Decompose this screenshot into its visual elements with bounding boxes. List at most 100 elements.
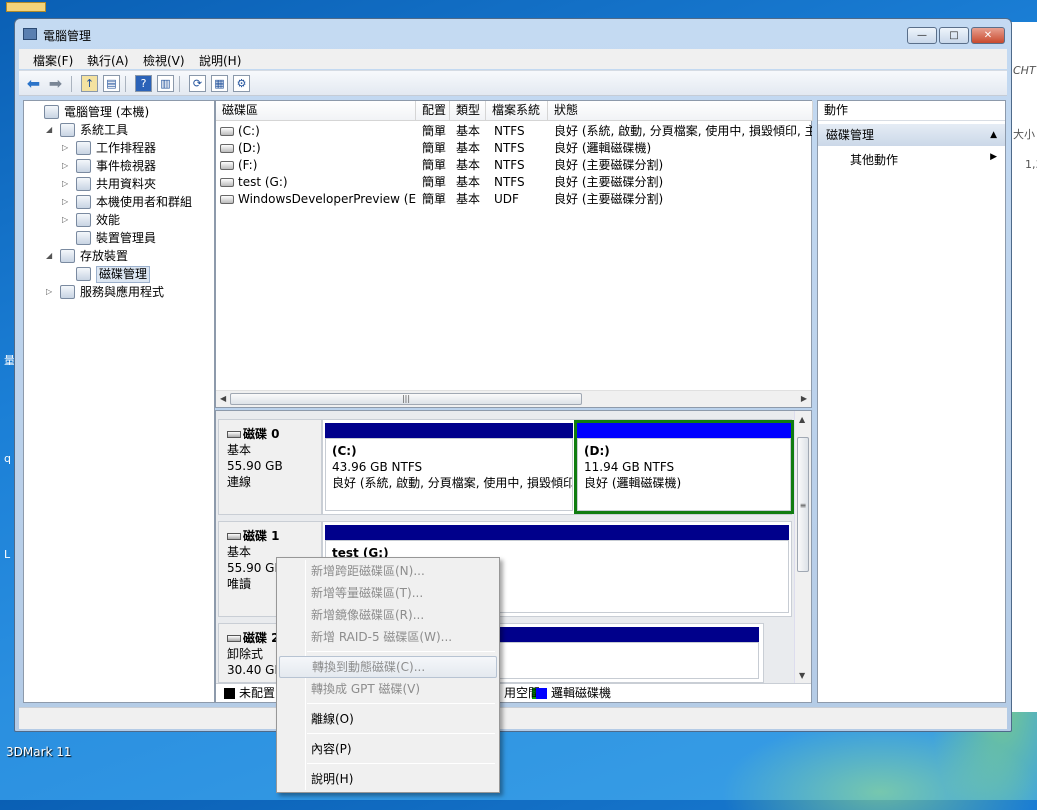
toolbar: ⬅ ➡ ↑ ▤ ? ▥ ⟳ ▦ ⚙ [19, 70, 1007, 96]
volume-cell-name: (D:) [238, 141, 261, 155]
collapse-up-icon[interactable]: ▲ [990, 124, 997, 146]
desktop-edge-text: q [4, 452, 11, 465]
actions-section-disk-management[interactable]: 磁碟管理 ▲ [818, 124, 1005, 146]
computer-icon [44, 105, 59, 119]
minimize-button[interactable]: — [907, 27, 937, 44]
legend-label: 未配置 [239, 686, 276, 700]
column-header-status[interactable]: 狀態 [548, 101, 813, 121]
tree-expander-icon[interactable]: ▷ [62, 157, 72, 175]
context-menu-item[interactable]: 離線(O) [279, 708, 497, 730]
background-window-text: 大小 [1013, 128, 1035, 141]
disk-state: 連線 [227, 475, 252, 489]
tree-expander-icon[interactable]: ▷ [46, 283, 56, 301]
menu-help[interactable]: 說明(H) [199, 52, 241, 69]
help-icon[interactable]: ? [135, 75, 152, 92]
volume-list[interactable]: 磁碟區 配置 類型 檔案系統 狀態 (C:) 簡單 基本 NTFS 良好 (系統, 啟動… [215, 100, 813, 408]
volume-cell-type: 基本 [456, 141, 481, 155]
properties-icon[interactable]: ▦ [211, 75, 228, 92]
navigation-tree[interactable]: 電腦管理 (本機) ◢ 系統工具 ▷ 工作排程器 ▷ 事件檢視器 ▷ 共用資料夾 ▷ 本機使用者和群… [23, 100, 215, 703]
computer-management-window[interactable]: 電腦管理 — □ ✕ 檔案(F) 執行(A) 檢視(V) 說明(H) ⬅ ➡ ↑… [14, 18, 1012, 732]
tree-expander-icon[interactable]: ◢ [46, 121, 56, 139]
users-icon [76, 195, 91, 209]
tree-expander-icon[interactable]: ▷ [62, 211, 72, 229]
partition-block[interactable]: (C:) 43.96 GB NTFS 良好 (系統, 啟動, 分頁檔案, 使用中, … [325, 423, 573, 511]
up-folder-icon[interactable]: ↑ [81, 75, 98, 92]
context-menu-item[interactable]: 說明(H) [279, 768, 497, 790]
partition-line2: 良好 (邏輯磁碟機) [584, 476, 682, 490]
volume-row[interactable]: (C:) 簡單 基本 NTFS 良好 (系統, 啟動, 分頁檔案, 使用中, 損毀傾印,… [216, 123, 812, 140]
disk-label[interactable]: 磁碟 0 基本 55.90 GB 連線 [218, 419, 322, 515]
tree-expander-icon[interactable]: ◢ [46, 247, 56, 265]
volume-cell-type: 基本 [456, 192, 481, 206]
performance-icon [76, 213, 91, 227]
column-header-type[interactable]: 類型 [450, 101, 486, 121]
context-menu-item[interactable]: 轉換成 GPT 磁碟(V) [279, 678, 497, 700]
forward-arrow-icon[interactable]: ➡ [47, 75, 64, 92]
show-hide-action-pane-icon[interactable]: ▥ [157, 75, 174, 92]
scroll-left-icon[interactable]: ◀ [220, 394, 226, 403]
scrollbar-thumb[interactable]: ||| [230, 393, 582, 405]
disk-settings-icon[interactable]: ⚙ [233, 75, 250, 92]
disk-context-menu[interactable]: 新增跨距磁碟區(N)... 新增等量磁碟區(T)... 新增鏡像磁碟區(R)... 新… [276, 557, 500, 793]
context-menu-item[interactable]: 新增鏡像磁碟區(R)... [279, 604, 497, 626]
volume-row[interactable]: test (G:) 簡單 基本 NTFS 良好 (主要磁碟分割) [216, 174, 811, 191]
menu-separator [307, 651, 495, 652]
tree-expander-icon[interactable]: ▷ [62, 193, 72, 211]
event-viewer-icon [76, 159, 91, 173]
scroll-right-icon[interactable]: ▶ [801, 394, 807, 403]
refresh-icon[interactable]: ⟳ [189, 75, 206, 92]
context-menu-item[interactable]: 新增 RAID-5 磁碟區(W)... [279, 626, 497, 648]
disk-type: 基本 [227, 443, 252, 457]
more-actions-item[interactable]: 其他動作 [850, 151, 898, 168]
menu-separator [307, 703, 495, 704]
context-menu-item[interactable]: 新增跨距磁碟區(N)... [279, 560, 497, 582]
desktop-folder-icon[interactable] [6, 2, 46, 12]
volume-cell-type: 基本 [456, 124, 481, 138]
tree-item-label: 系統工具 [80, 123, 129, 137]
menu-view[interactable]: 檢視(V) [143, 52, 185, 69]
tree-item-label: 事件檢視器 [96, 159, 157, 173]
scroll-up-icon[interactable]: ▲ [799, 415, 805, 424]
background-window[interactable]: CHT 大小 1,3 [1010, 22, 1037, 712]
context-menu-item[interactable]: 轉換到動態磁碟(C)... [279, 656, 497, 678]
volume-row[interactable]: (F:) 簡單 基本 NTFS 良好 (主要磁碟分割) [216, 157, 811, 174]
tree-expander-icon[interactable]: ▷ [62, 175, 72, 193]
column-header-filesystem[interactable]: 檔案系統 [486, 101, 548, 121]
shared-folder-icon [76, 177, 91, 191]
disk-icon [227, 533, 241, 540]
disk-icon [227, 431, 241, 438]
back-arrow-icon[interactable]: ⬅ [25, 75, 42, 92]
volume-cell-status: 良好 (系統, 啟動, 分頁檔案, 使用中, 損毀傾印, 主要 [554, 124, 812, 138]
column-header-layout[interactable]: 配置 [416, 101, 450, 121]
tree-expander-icon[interactable]: ▷ [62, 139, 72, 157]
volume-row[interactable]: WindowsDeveloperPreview (E:) 簡單 基本 UDF 良好 (主… [216, 191, 811, 208]
vertical-scrollbar[interactable]: ▲ ≡ ▼ [794, 411, 811, 702]
tree-item-label: 效能 [96, 213, 121, 227]
menu-file[interactable]: 檔案(F) [33, 52, 73, 69]
context-menu-item[interactable]: 新增等量磁碟區(T)... [279, 582, 497, 604]
scrollbar-thumb[interactable]: ≡ [797, 437, 809, 572]
show-hide-tree-icon[interactable]: ▤ [103, 75, 120, 92]
disk-name: 磁碟 0 [243, 427, 280, 441]
context-menu-item[interactable]: 內容(P) [279, 738, 497, 760]
menu-action[interactable]: 執行(A) [87, 52, 129, 69]
drive-icon [220, 127, 234, 136]
desktop-icon-label[interactable]: 3DMark 11 [6, 745, 72, 759]
services-icon [60, 285, 75, 299]
partition-bar [577, 423, 791, 438]
maximize-button[interactable]: □ [939, 27, 969, 44]
partition-block[interactable]: (D:) 11.94 GB NTFS 良好 (邏輯磁碟機) [574, 420, 794, 514]
volume-row[interactable]: (D:) 簡單 基本 NTFS 良好 (邏輯磁碟機) [216, 140, 811, 157]
volume-cell-layout: 簡單 [422, 141, 447, 155]
partition-line1: 11.94 GB NTFS [584, 460, 675, 474]
close-button[interactable]: ✕ [971, 27, 1005, 44]
column-header-volume[interactable]: 磁碟區 [216, 101, 416, 121]
title-bar[interactable]: 電腦管理 — □ ✕ [15, 19, 1011, 49]
volume-cell-layout: 簡單 [422, 175, 447, 189]
disk-name: 磁碟 2 [243, 631, 280, 645]
disk-management-icon [76, 267, 91, 281]
scroll-down-icon[interactable]: ▼ [799, 671, 805, 680]
volume-cell-type: 基本 [456, 175, 481, 189]
actions-pane[interactable]: 動作 磁碟管理 ▲ 其他動作 ▶ [817, 100, 1006, 703]
horizontal-scrollbar[interactable]: ◀ ||| ▶ [216, 390, 811, 407]
